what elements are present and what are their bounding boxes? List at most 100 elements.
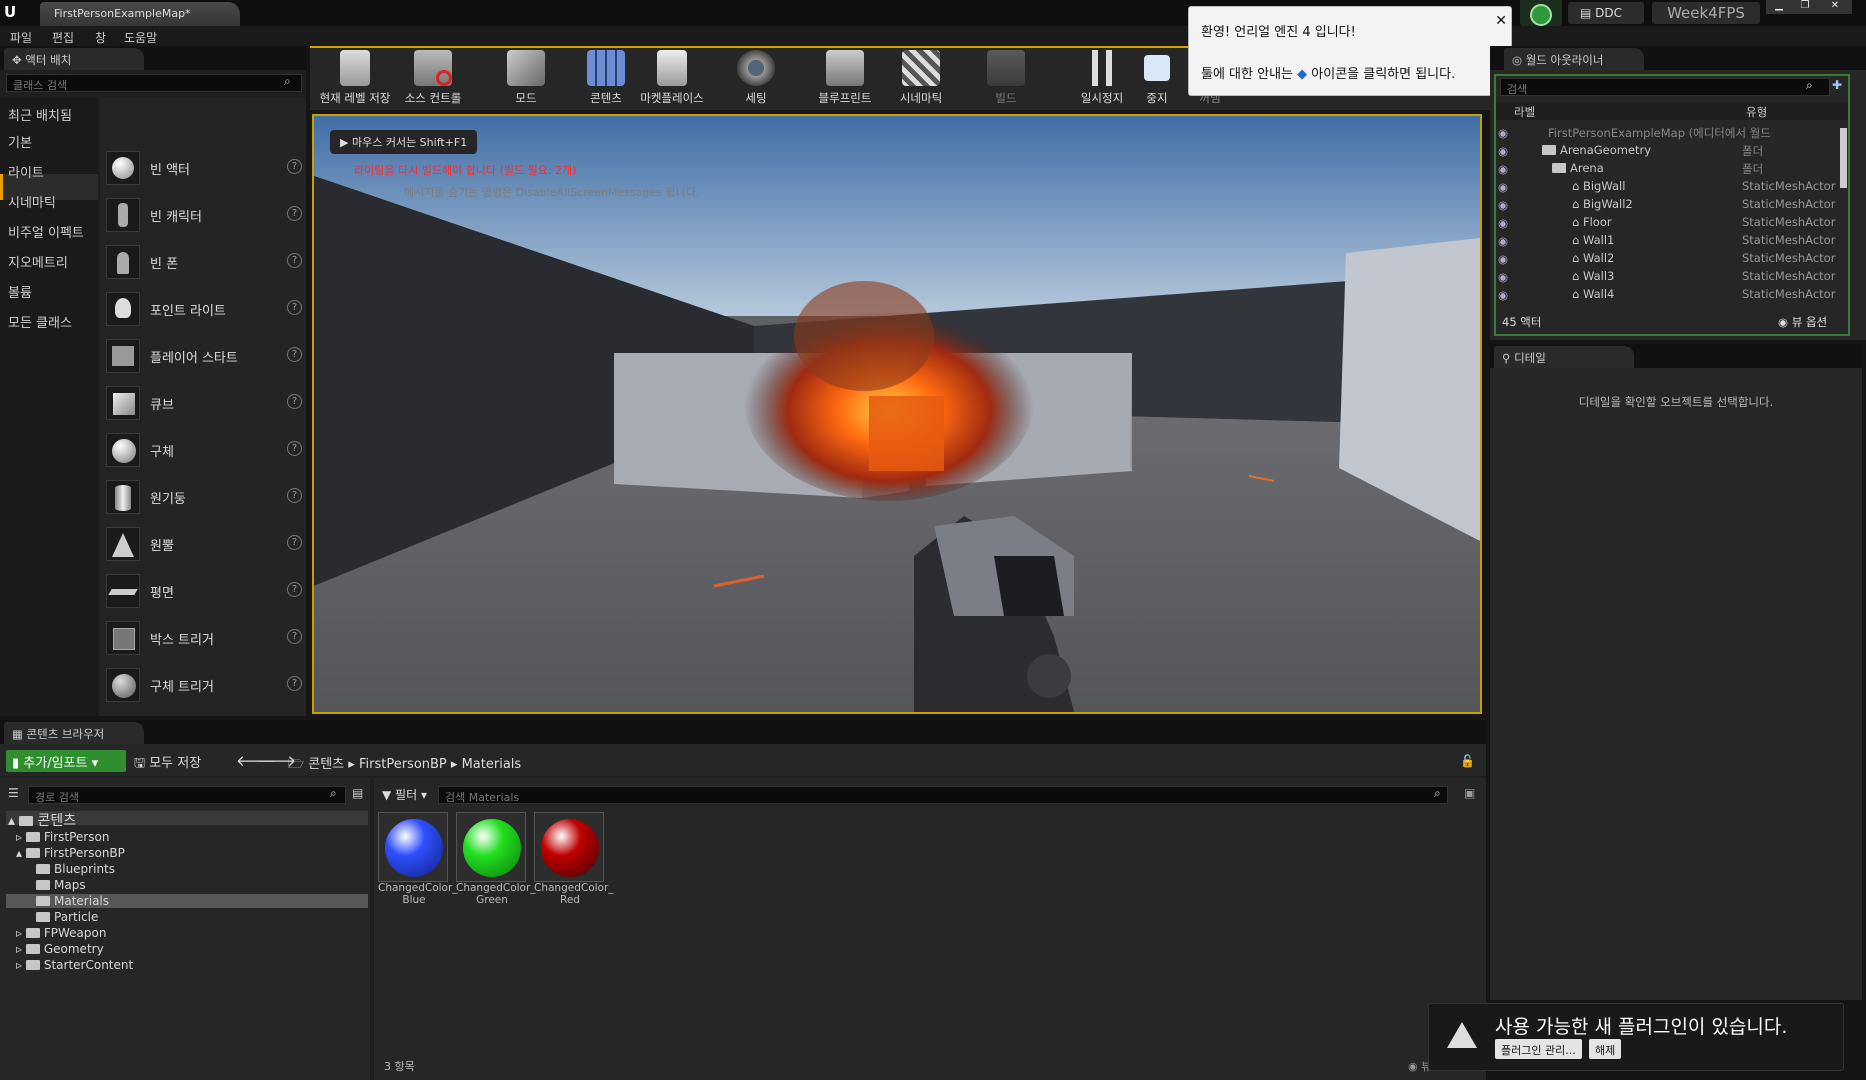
tree-item-folder[interactable]: ▹ FirstPerson	[16, 830, 109, 844]
menu-window[interactable]: 창	[95, 29, 106, 46]
asset-search-input[interactable]: 검색 Materials	[438, 786, 1448, 804]
tree-item-folder[interactable]: ▴ FirstPersonBP	[16, 846, 125, 860]
tree-item-folder[interactable]: ▹ Geometry	[16, 942, 104, 956]
place-item-box-trigger[interactable]: 박스 트리거?	[106, 616, 302, 660]
close-icon[interactable]: ✕	[1495, 13, 1507, 29]
outliner-row-actor[interactable]: ◉ ⌂ BigWall2 StaticMeshActor	[1494, 196, 1850, 214]
tree-item-folder[interactable]: ▹ StarterContent	[16, 958, 133, 972]
help-icon[interactable]: ?	[287, 300, 302, 315]
category-lights[interactable]: 라이트	[8, 162, 44, 181]
category-basic[interactable]: 기본	[8, 132, 32, 151]
category-cinematic[interactable]: 시네마틱	[8, 192, 56, 211]
outliner-row-actor[interactable]: ◉ ⌂ Wall4 StaticMeshActor	[1494, 286, 1850, 304]
help-icon[interactable]: ?	[287, 535, 302, 550]
help-icon[interactable]: ?	[287, 159, 302, 174]
manage-plugins-button[interactable]: 플러그인 관리...	[1495, 1039, 1582, 1059]
place-item-cube[interactable]: 큐브?	[106, 381, 302, 425]
outliner-row-actor[interactable]: ◉ ⌂ BigWall StaticMeshActor	[1494, 178, 1850, 196]
stop-button[interactable]: 중지	[1134, 50, 1180, 108]
eye-icon[interactable]: ◉	[1498, 144, 1511, 158]
outliner-tab[interactable]: ◎ 월드 아웃라이너	[1504, 48, 1644, 70]
outliner-row-actor[interactable]: ◉ ⌂ Floor StaticMeshActor	[1494, 214, 1850, 232]
place-item-empty-actor[interactable]: 빈 액터?	[106, 146, 302, 190]
sources-toggle-icon[interactable]: ☰	[8, 786, 19, 800]
breadcrumb-item[interactable]: Materials	[462, 757, 522, 772]
breadcrumb-item[interactable]: FirstPersonBP	[359, 757, 447, 772]
column-type[interactable]: 유형	[1746, 104, 1767, 120]
eye-icon[interactable]: ◉	[1498, 234, 1511, 248]
add-filter-icon[interactable]: ✚	[1832, 78, 1842, 92]
outliner-row-actor[interactable]: ◉ ⌂ Wall2 StaticMeshActor	[1494, 250, 1850, 268]
add-import-button[interactable]: ▮ 추가/임포트 ▾	[6, 750, 126, 772]
asset-tile[interactable]: ChangedColor_ Green	[456, 812, 536, 906]
category-all-classes[interactable]: 모든 클래스	[8, 312, 72, 331]
help-icon[interactable]: ?	[287, 629, 302, 644]
eye-icon[interactable]: ◉	[1498, 252, 1511, 266]
help-icon[interactable]: ?	[287, 441, 302, 456]
outliner-search-input[interactable]: 검색	[1500, 78, 1830, 96]
minimize-button[interactable]: ▁	[1766, 0, 1792, 14]
eye-icon[interactable]: ◉	[1498, 288, 1511, 302]
place-actors-tab[interactable]: ✥ 액터 배치	[4, 48, 144, 70]
close-window-button[interactable]: ✕	[1818, 0, 1852, 14]
content-browser-tab[interactable]: ▦ 콘텐츠 브라우저	[4, 722, 144, 744]
outliner-view-options[interactable]: ◉ 뷰 옵션	[1778, 314, 1827, 330]
eye-icon[interactable]: ◉	[1498, 126, 1511, 140]
category-visual-effects[interactable]: 비주얼 이펙트	[8, 222, 84, 241]
build-button[interactable]: 빌드	[978, 50, 1034, 108]
help-icon[interactable]: ?	[287, 394, 302, 409]
place-item-cone[interactable]: 원뿔?	[106, 522, 302, 566]
place-item-sphere[interactable]: 구체?	[106, 428, 302, 472]
level-tab[interactable]: FirstPersonExampleMap*	[40, 2, 240, 26]
content-button[interactable]: 콘텐츠	[580, 50, 632, 108]
eye-icon[interactable]: ◉	[1498, 270, 1511, 284]
filter-button[interactable]: ▼ 필터 ▾	[382, 786, 427, 803]
cinematics-button[interactable]: 시네마틱	[890, 50, 952, 108]
place-item-sphere-trigger[interactable]: 구체 트리거?	[106, 663, 302, 707]
level-viewport[interactable]: ▶ 마우스 커서는 Shift+F1 라이팅을 다시 빌드해야 합니다 (빌드 …	[312, 114, 1482, 714]
ddc-indicator[interactable]: ▤ DDC	[1568, 2, 1644, 24]
hint-badge[interactable]: ▶ 마우스 커서는 Shift+F1	[330, 130, 478, 154]
help-icon[interactable]: ?	[287, 676, 302, 691]
breadcrumb-item[interactable]: 콘텐츠	[308, 757, 344, 772]
category-geometry[interactable]: 지오메트리	[8, 252, 68, 271]
help-icon[interactable]: ?	[287, 347, 302, 362]
outliner-row-actor[interactable]: ◉ ⌂ Wall1 StaticMeshActor	[1494, 232, 1850, 250]
place-item-empty-character[interactable]: 빈 캐릭터?	[106, 193, 302, 237]
help-icon[interactable]: ?	[287, 206, 302, 221]
help-icon[interactable]: ?	[287, 253, 302, 268]
source-control-button[interactable]: 소스 컨트롤	[398, 50, 468, 108]
maximize-button[interactable]: ❐	[1792, 0, 1818, 14]
outliner-row-folder[interactable]: ◉ ArenaGeometry 폴더	[1494, 142, 1850, 160]
place-item-empty-pawn[interactable]: 빈 폰?	[106, 240, 302, 284]
marketplace-button[interactable]: 마켓플레이스	[636, 50, 708, 108]
settings-button[interactable]: 세팅	[726, 50, 786, 108]
outliner-row-folder[interactable]: ◉ Arena 폴더	[1494, 160, 1850, 178]
menu-file[interactable]: 파일	[10, 29, 32, 46]
category-volumes[interactable]: 볼륨	[8, 282, 32, 301]
save-all-button[interactable]: 🖫 모두 저장	[134, 752, 201, 776]
column-label[interactable]: 라벨	[1514, 104, 1535, 120]
category-recent[interactable]: 최근 배치됨	[8, 105, 72, 124]
place-item-cylinder[interactable]: 원기둥?	[106, 475, 302, 519]
save-search-icon[interactable]: ▣	[1464, 786, 1475, 800]
pause-button[interactable]: 일시정지	[1074, 50, 1130, 108]
lock-icon[interactable]: 🔓	[1460, 754, 1475, 768]
place-item-point-light[interactable]: 포인트 라이트?	[106, 287, 302, 331]
help-icon[interactable]: ?	[287, 582, 302, 597]
tree-item-folder[interactable]: Blueprints	[36, 862, 115, 876]
tree-options-icon[interactable]: ▤	[352, 786, 363, 800]
save-level-button[interactable]: 현재 레벨 저장	[316, 50, 394, 108]
eye-icon[interactable]: ◉	[1498, 216, 1511, 230]
details-tab[interactable]: ⚲ 디테일	[1494, 346, 1634, 368]
tree-item-folder[interactable]: Particle	[36, 910, 98, 924]
menu-help[interactable]: 도움말	[124, 29, 157, 46]
eye-icon[interactable]: ◉	[1498, 198, 1511, 212]
blueprints-button[interactable]: 블루프린트	[810, 50, 880, 108]
outliner-row-world[interactable]: ◉ FirstPersonExampleMap (에디터에서 월드	[1494, 124, 1850, 142]
outliner-row-actor[interactable]: ◉ ⌂ Wall3 StaticMeshActor	[1494, 268, 1850, 286]
place-item-plane[interactable]: 평면?	[106, 569, 302, 613]
class-search-input[interactable]: 클래스 검색	[6, 74, 302, 92]
eye-icon[interactable]: ◉	[1498, 162, 1511, 176]
asset-tile[interactable]: ChangedColor_ Red	[534, 812, 614, 906]
